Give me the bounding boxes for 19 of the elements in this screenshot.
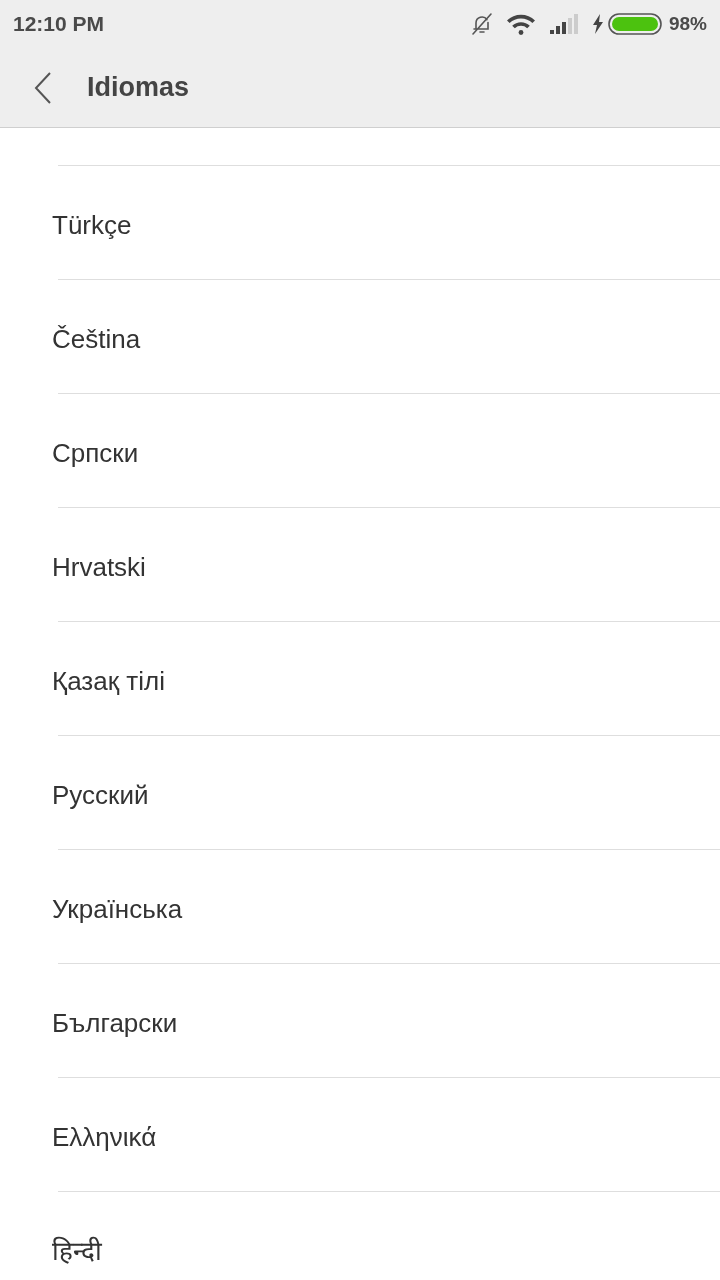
language-item[interactable]: हिन्दी bbox=[0, 1192, 720, 1280]
language-item[interactable]: Türkçe bbox=[0, 166, 720, 279]
battery-percent: 98% bbox=[668, 11, 707, 36]
language-item[interactable]: Български bbox=[0, 964, 720, 1077]
signal-icon bbox=[549, 14, 580, 34]
battery-icon bbox=[607, 13, 662, 35]
language-item[interactable]: Қазақ тілі bbox=[0, 622, 720, 735]
status-time: 12:10 PM bbox=[13, 11, 105, 38]
language-item[interactable]: Српски bbox=[0, 394, 720, 507]
language-item[interactable]: Українська bbox=[0, 850, 720, 963]
page-title: Idiomas bbox=[87, 71, 190, 105]
language-item[interactable]: Hrvatski bbox=[0, 508, 720, 621]
language-item[interactable]: Русский bbox=[0, 736, 720, 849]
back-chevron-icon bbox=[34, 71, 52, 104]
bell-off-icon bbox=[469, 12, 494, 36]
charging-bolt-icon bbox=[591, 14, 604, 34]
language-item[interactable]: Ελληνικά bbox=[0, 1078, 720, 1191]
wifi-icon bbox=[505, 13, 536, 35]
language-item[interactable]: Čeština bbox=[0, 280, 720, 393]
